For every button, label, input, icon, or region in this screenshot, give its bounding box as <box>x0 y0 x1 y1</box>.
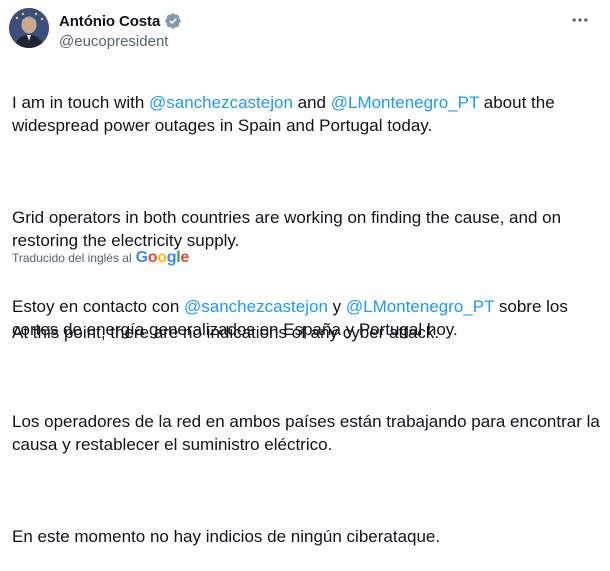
mention-link[interactable]: @LMontenegro_PT <box>346 297 494 316</box>
author-handle[interactable]: @eucopresident <box>59 33 168 50</box>
tweet-text-segment: y <box>327 297 346 316</box>
avatar[interactable] <box>9 8 49 48</box>
tweet-text-segment: I am in touch with <box>12 93 150 112</box>
more-options-button[interactable] <box>568 8 592 32</box>
mention-link[interactable]: @LMontenegro_PT <box>331 93 479 112</box>
tweet-paragraph: I am in touch with @sanchezcastejon and … <box>12 91 604 137</box>
tweet-text-segment: Estoy en contacto con <box>12 297 184 316</box>
mention-link[interactable]: @sanchezcastejon <box>149 93 293 112</box>
verified-badge-icon[interactable] <box>164 12 182 30</box>
translation-label: Traducido del inglés al <box>12 251 132 265</box>
author-name[interactable]: António Costa <box>59 13 160 30</box>
translation-attribution[interactable]: Traducido del inglés al Google <box>12 248 189 268</box>
google-logo-icon: Google <box>135 249 190 266</box>
tweet-paragraph: Los operadores de la red en ambos países… <box>12 412 600 454</box>
tweet-paragraph: Estoy en contacto con @sanchezcastejon y… <box>12 295 604 341</box>
mention-link[interactable]: @sanchezcastejon <box>184 297 328 316</box>
tweet-text-segment: and <box>292 93 331 112</box>
tweet: António Costa @eucopresident I am in tou… <box>0 0 610 546</box>
more-horizontal-icon <box>572 18 588 22</box>
avatar-photo-icon <box>9 8 49 48</box>
tweet-paragraph: En este momento no hay indicios de ningú… <box>12 527 441 546</box>
tweet-text-translated: Estoy en contacto con @sanchezcastejon y… <box>12 272 604 571</box>
tweet-paragraph: Grid operators in both countries are wor… <box>12 208 562 250</box>
